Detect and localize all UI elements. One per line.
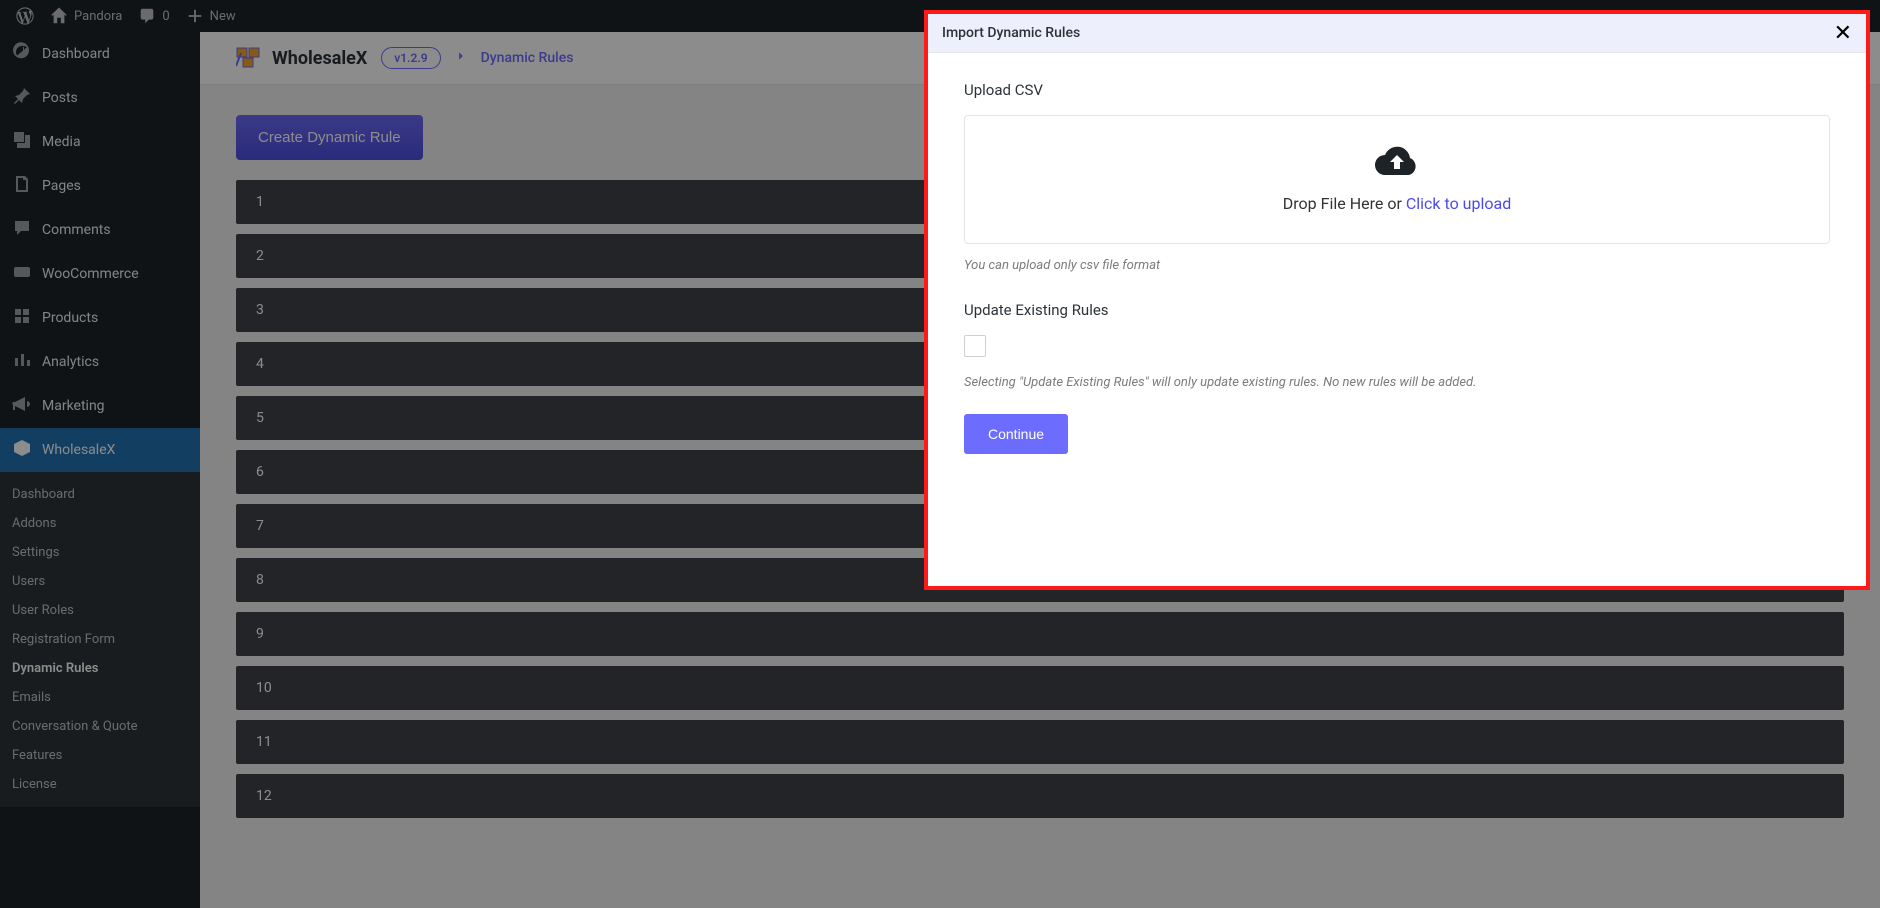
upload-csv-label: Upload CSV xyxy=(964,81,1830,99)
import-dynamic-rules-modal: Import Dynamic Rules ✕ Upload CSV Drop F… xyxy=(924,10,1870,590)
cloud-upload-icon xyxy=(1375,146,1419,182)
upload-help-text: You can upload only csv file format xyxy=(964,258,1830,273)
update-existing-label: Update Existing Rules xyxy=(964,301,1830,319)
modal-title: Import Dynamic Rules xyxy=(942,25,1080,41)
modal-body: Upload CSV Drop File Here or Click to up… xyxy=(928,53,1866,586)
continue-button[interactable]: Continue xyxy=(964,414,1068,454)
update-help-text: Selecting "Update Existing Rules" will o… xyxy=(964,375,1830,390)
modal-close-button[interactable]: ✕ xyxy=(1834,22,1852,44)
modal-header: Import Dynamic Rules ✕ xyxy=(928,14,1866,53)
update-existing-checkbox[interactable] xyxy=(964,335,986,357)
csv-dropzone[interactable]: Drop File Here or Click to upload xyxy=(964,115,1830,244)
click-to-upload-link[interactable]: Click to upload xyxy=(1406,194,1511,213)
close-icon: ✕ xyxy=(1834,20,1852,45)
dropzone-prefix: Drop File Here or xyxy=(1283,194,1406,213)
dropzone-text: Drop File Here or Click to upload xyxy=(985,194,1809,213)
